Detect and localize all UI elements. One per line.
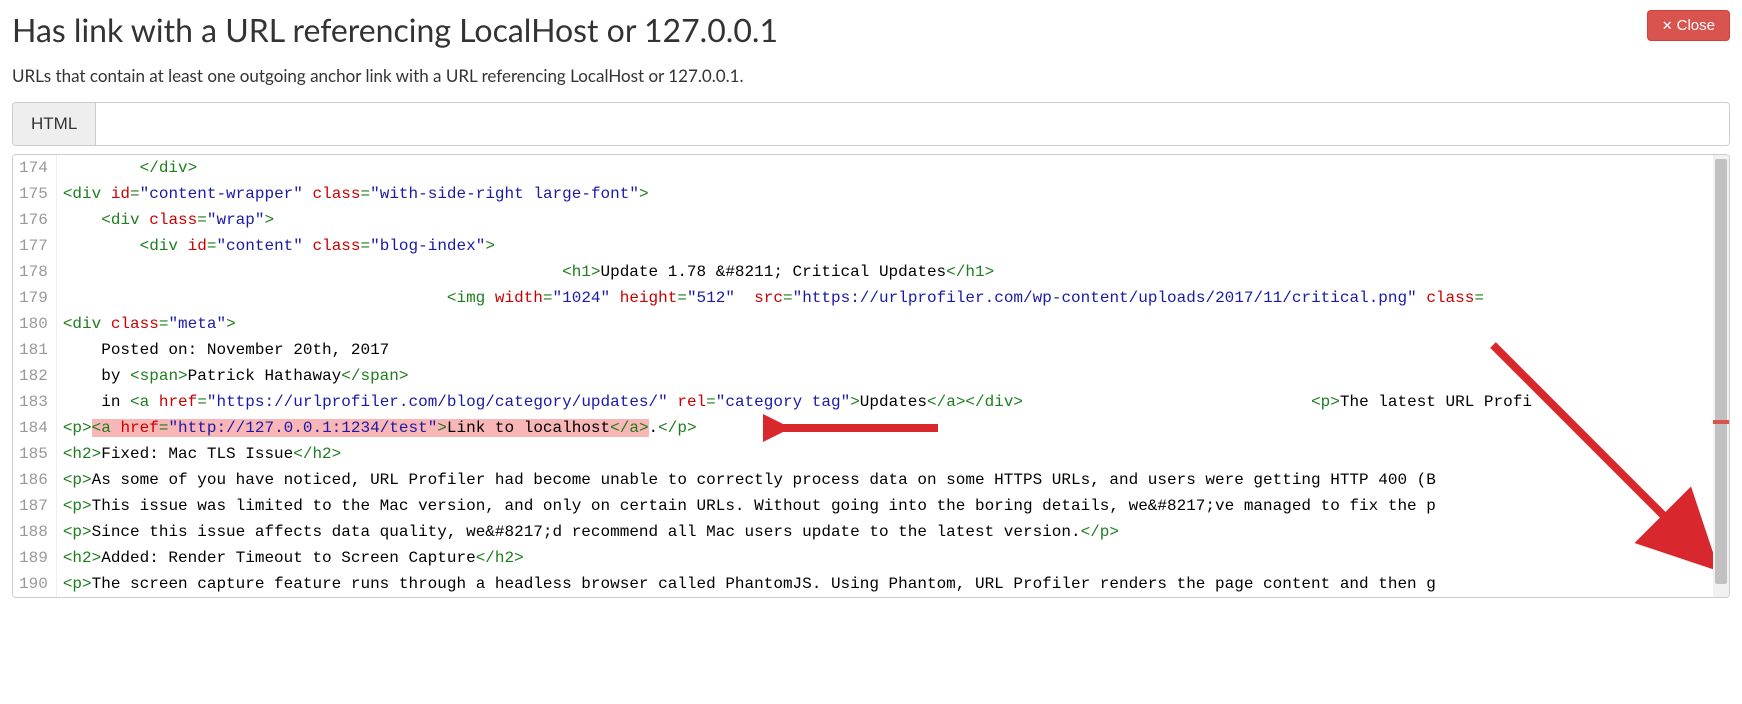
code-scroll-area[interactable]: 174 </div>175<div id="content-wrapper" c… bbox=[13, 155, 1729, 597]
code-line: 174 </div> bbox=[13, 155, 1729, 181]
line-number: 183 bbox=[13, 389, 56, 415]
code-line: 188<p>Since this issue affects data qual… bbox=[13, 519, 1729, 545]
close-button[interactable]: ✕ Close bbox=[1647, 10, 1730, 41]
line-number: 180 bbox=[13, 311, 56, 337]
line-number: 187 bbox=[13, 493, 56, 519]
line-content[interactable]: <div class="wrap"> bbox=[56, 207, 1729, 233]
code-line: 184<p><a href="http://127.0.0.1:1234/tes… bbox=[13, 415, 1729, 441]
code-table: 174 </div>175<div id="content-wrapper" c… bbox=[13, 155, 1729, 597]
line-number: 190 bbox=[13, 571, 56, 597]
line-content[interactable]: <img width="1024" height="512" src="http… bbox=[56, 285, 1729, 311]
line-number: 174 bbox=[13, 155, 56, 181]
line-content[interactable]: <div id="content-wrapper" class="with-si… bbox=[56, 181, 1729, 207]
line-content[interactable]: <div id="content" class="blog-index"> bbox=[56, 233, 1729, 259]
line-content[interactable]: <p>The screen capture feature runs throu… bbox=[56, 571, 1729, 597]
line-number: 185 bbox=[13, 441, 56, 467]
close-icon: ✕ bbox=[1662, 19, 1673, 32]
code-line: 187<p>This issue was limited to the Mac … bbox=[13, 493, 1729, 519]
code-line: 182 by <span>Patrick Hathaway</span> bbox=[13, 363, 1729, 389]
page-subtitle: URLs that contain at least one outgoing … bbox=[12, 65, 1730, 86]
line-content[interactable]: Posted on: November 20th, 2017 bbox=[56, 337, 1729, 363]
code-viewer: 174 </div>175<div id="content-wrapper" c… bbox=[12, 154, 1730, 598]
code-line: 190<p>The screen capture feature runs th… bbox=[13, 571, 1729, 597]
scrollbar-thumb[interactable] bbox=[1715, 159, 1727, 583]
line-content[interactable]: <p>Since this issue affects data quality… bbox=[56, 519, 1729, 545]
line-number: 189 bbox=[13, 545, 56, 571]
code-line: 179 <img width="1024" height="512" src="… bbox=[13, 285, 1729, 311]
code-line: 189<h2>Added: Render Timeout to Screen C… bbox=[13, 545, 1729, 571]
code-line: 183 in <a href="https://urlprofiler.com/… bbox=[13, 389, 1729, 415]
line-content[interactable]: <p><a href="http://127.0.0.1:1234/test">… bbox=[56, 415, 1729, 441]
line-number: 186 bbox=[13, 467, 56, 493]
code-line: 178 <h1>Update 1.78 &#8211; Critical Upd… bbox=[13, 259, 1729, 285]
page-title: Has link with a URL referencing LocalHos… bbox=[12, 10, 778, 49]
line-content[interactable]: <h1>Update 1.78 &#8211; Critical Updates… bbox=[56, 259, 1729, 285]
line-number: 179 bbox=[13, 285, 56, 311]
line-number: 181 bbox=[13, 337, 56, 363]
tab-html[interactable]: HTML bbox=[13, 103, 96, 145]
code-line: 177 <div id="content" class="blog-index"… bbox=[13, 233, 1729, 259]
line-number: 176 bbox=[13, 207, 56, 233]
vertical-scrollbar[interactable] bbox=[1713, 155, 1729, 597]
line-content[interactable]: </div> bbox=[56, 155, 1729, 181]
line-number: 184 bbox=[13, 415, 56, 441]
code-line: 186<p>As some of you have noticed, URL P… bbox=[13, 467, 1729, 493]
line-content[interactable]: in <a href="https://urlprofiler.com/blog… bbox=[56, 389, 1729, 415]
code-line: 176 <div class="wrap"> bbox=[13, 207, 1729, 233]
line-content[interactable]: <h2>Fixed: Mac TLS Issue</h2> bbox=[56, 441, 1729, 467]
line-number: 188 bbox=[13, 519, 56, 545]
tab-bar-spacer bbox=[96, 103, 1729, 145]
code-line: 185<h2>Fixed: Mac TLS Issue</h2> bbox=[13, 441, 1729, 467]
tab-bar: HTML bbox=[12, 102, 1730, 146]
code-line: 180<div class="meta"> bbox=[13, 311, 1729, 337]
line-number: 182 bbox=[13, 363, 56, 389]
line-number: 178 bbox=[13, 259, 56, 285]
scrollbar-highlight-marker bbox=[1713, 420, 1729, 424]
line-number: 175 bbox=[13, 181, 56, 207]
line-number: 177 bbox=[13, 233, 56, 259]
code-line: 181 Posted on: November 20th, 2017 bbox=[13, 337, 1729, 363]
line-content[interactable]: <div class="meta"> bbox=[56, 311, 1729, 337]
line-content[interactable]: <p>As some of you have noticed, URL Prof… bbox=[56, 467, 1729, 493]
line-content[interactable]: by <span>Patrick Hathaway</span> bbox=[56, 363, 1729, 389]
line-content[interactable]: <h2>Added: Render Timeout to Screen Capt… bbox=[56, 545, 1729, 571]
close-button-label: Close bbox=[1677, 17, 1715, 34]
code-line: 175<div id="content-wrapper" class="with… bbox=[13, 181, 1729, 207]
line-content[interactable]: <p>This issue was limited to the Mac ver… bbox=[56, 493, 1729, 519]
